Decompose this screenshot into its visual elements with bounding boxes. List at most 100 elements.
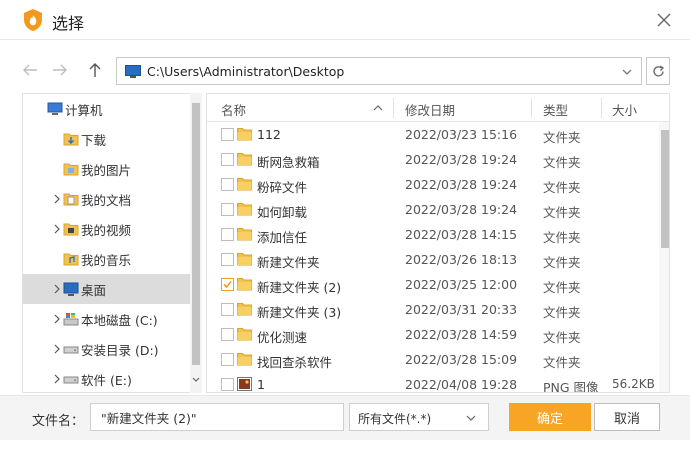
folder-icon	[237, 303, 252, 316]
row-date: 2022/03/28 15:09	[405, 352, 518, 367]
file-list-scrollbar[interactable]	[659, 122, 669, 392]
row-type: 文件夹	[543, 230, 581, 245]
list-row[interactable]: 如何卸载 2022/03/28 19:24 文件夹	[207, 197, 659, 222]
column-header-modified[interactable]: 修改日期	[405, 100, 455, 119]
row-checkbox[interactable]	[221, 228, 234, 241]
row-checkbox[interactable]	[221, 303, 234, 316]
row-checkbox[interactable]	[221, 253, 234, 266]
row-type: 文件夹	[543, 305, 581, 320]
filename-input[interactable]	[90, 403, 344, 431]
address-bar[interactable]: C:\Users\Administrator\Desktop	[116, 57, 642, 85]
arrow-left-icon	[23, 64, 37, 76]
filename-label: 文件名：	[32, 414, 85, 429]
tree-item-pictures[interactable]: 我的图片	[23, 154, 191, 184]
chevron-right-icon[interactable]	[53, 224, 61, 234]
column-header-type[interactable]: 类型	[543, 100, 568, 119]
folder-icon	[237, 328, 252, 341]
music-folder-icon	[63, 253, 79, 266]
chevron-right-icon[interactable]	[53, 314, 61, 324]
column-divider[interactable]	[531, 98, 532, 118]
row-checkbox[interactable]	[221, 328, 234, 341]
row-type: 文件夹	[543, 155, 581, 170]
tree-item-drive-e[interactable]: 软件 (E:)	[23, 364, 191, 392]
row-checkbox[interactable]	[221, 178, 234, 191]
list-row[interactable]: 断网急救箱 2022/03/28 19:24 文件夹	[207, 147, 659, 172]
tree-scrollbar[interactable]	[190, 93, 202, 393]
tree-scrollbar-thumb[interactable]	[192, 103, 200, 365]
tree-item-drive-d[interactable]: 安装目录 (D:)	[23, 334, 191, 364]
row-name: 新建文件夹	[257, 255, 320, 270]
sort-ascending-icon[interactable]	[373, 104, 383, 111]
row-type: 文件夹	[543, 280, 581, 295]
list-row[interactable]: 新建文件夹 (3) 2022/03/31 20:33 文件夹	[207, 297, 659, 322]
tree-item-label: 我的图片	[81, 162, 132, 178]
row-checkbox[interactable]	[221, 128, 234, 141]
chevron-right-icon[interactable]	[53, 284, 61, 294]
close-icon	[657, 13, 671, 27]
row-type: 文件夹	[543, 255, 581, 270]
row-date: 2022/03/23 15:16	[405, 127, 518, 142]
row-checkbox[interactable]	[221, 353, 234, 366]
row-type: 文件夹	[543, 355, 581, 370]
tree-item-label: 我的视频	[81, 222, 132, 238]
row-checkbox[interactable]	[221, 378, 234, 391]
column-divider[interactable]	[601, 98, 602, 118]
list-row[interactable]: 找回查杀软件 2022/03/28 15:09 文件夹	[207, 347, 659, 372]
folder-icon	[237, 128, 252, 141]
refresh-icon	[652, 64, 664, 76]
column-header-name[interactable]: 名称	[221, 100, 246, 119]
list-row[interactable]: 112 2022/03/23 15:16 文件夹	[207, 122, 659, 147]
cancel-button[interactable]: 取消	[594, 403, 660, 431]
tree-item-videos[interactable]: 我的视频	[23, 214, 191, 244]
row-checkbox[interactable]	[221, 203, 234, 216]
chevron-right-icon[interactable]	[53, 344, 61, 354]
folder-tree: 计算机 下载 我的图片 我的文档 我的视频 我的音乐 桌面 本地磁盘 (C:) …	[22, 93, 202, 393]
list-row[interactable]: 粉碎文件 2022/03/28 19:24 文件夹	[207, 172, 659, 197]
column-divider[interactable]	[393, 98, 394, 118]
folder-icon	[237, 278, 252, 291]
back-button[interactable]	[20, 60, 40, 80]
chevron-right-icon[interactable]	[53, 194, 61, 204]
row-name: 优化测速	[257, 330, 308, 345]
list-row-selected[interactable]: 新建文件夹 (2) 2022/03/25 12:00 文件夹	[207, 272, 659, 297]
list-row[interactable]: 添加信任 2022/03/28 14:15 文件夹	[207, 222, 659, 247]
download-folder-icon	[63, 133, 79, 146]
scroll-down-icon[interactable]	[192, 377, 200, 383]
refresh-button[interactable]	[646, 57, 670, 85]
tree-item-drive-c[interactable]: 本地磁盘 (C:)	[23, 304, 191, 334]
file-list-header: 名称 修改日期 类型 大小	[207, 94, 669, 122]
folder-icon	[237, 153, 252, 166]
row-checkbox[interactable]	[221, 278, 234, 291]
navigation-bar: C:\Users\Administrator\Desktop	[0, 52, 690, 90]
tree-item-music[interactable]: 我的音乐	[23, 244, 191, 274]
documents-folder-icon	[63, 193, 79, 206]
close-button[interactable]	[650, 6, 678, 34]
up-button[interactable]	[85, 60, 105, 80]
file-type-select[interactable]: 所有文件(*.*)	[349, 403, 489, 431]
list-row[interactable]: 优化测速 2022/03/28 14:59 文件夹	[207, 322, 659, 347]
file-list-scrollbar-thumb[interactable]	[661, 130, 669, 248]
column-header-size[interactable]: 大小	[612, 100, 637, 119]
list-row[interactable]: 新建文件夹 2022/03/26 18:13 文件夹	[207, 247, 659, 272]
tree-item-documents[interactable]: 我的文档	[23, 184, 191, 214]
row-type: 文件夹	[543, 330, 581, 345]
address-path: C:\Users\Administrator\Desktop	[147, 64, 345, 79]
tree-item-label: 本地磁盘 (C:)	[81, 312, 158, 328]
videos-folder-icon	[63, 223, 79, 236]
list-row[interactable]: 1 2022/04/08 19:28 PNG 图像 56.2KB	[207, 372, 659, 392]
row-type: 文件夹	[543, 180, 581, 195]
forward-button[interactable]	[50, 60, 70, 80]
tree-item-desktop[interactable]: 桌面	[23, 274, 191, 304]
chevron-right-icon[interactable]	[53, 374, 61, 384]
ok-button[interactable]: 确定	[509, 403, 591, 431]
tree-item-computer[interactable]: 计算机	[23, 94, 191, 124]
arrow-up-icon	[89, 63, 101, 77]
row-date: 2022/03/28 19:24	[405, 177, 518, 192]
row-name: 断网急救箱	[257, 155, 320, 170]
row-checkbox[interactable]	[221, 153, 234, 166]
row-date: 2022/03/25 12:00	[405, 277, 518, 292]
arrow-right-icon	[53, 64, 67, 76]
drive-icon	[63, 346, 79, 354]
chevron-down-icon[interactable]	[621, 66, 633, 78]
tree-item-download[interactable]: 下载	[23, 124, 191, 154]
